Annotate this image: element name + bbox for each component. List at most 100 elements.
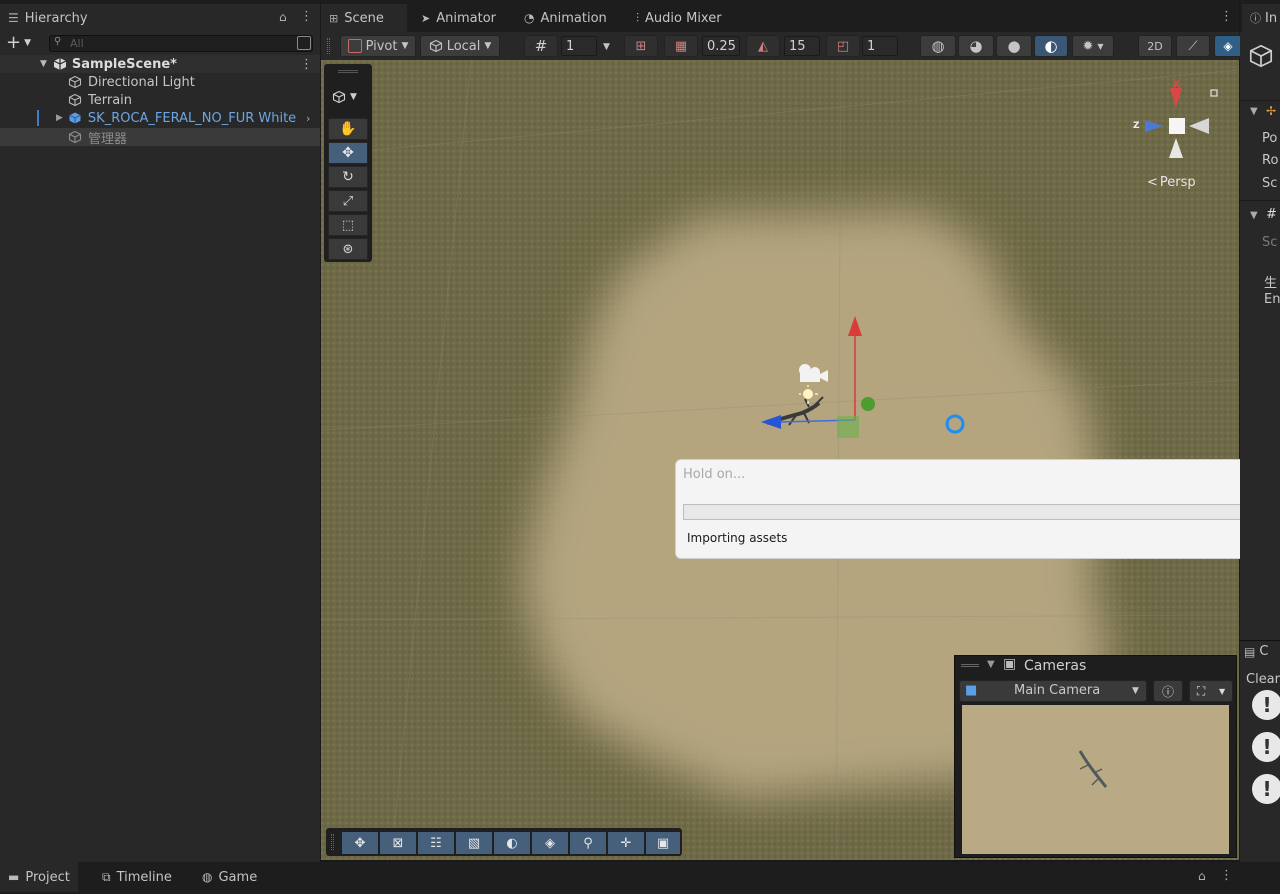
clear-button[interactable]: Clear	[1246, 672, 1280, 687]
expand-arrow-icon[interactable]: ▶	[56, 113, 63, 123]
2d-icon: 2D	[1147, 39, 1163, 53]
gizmos-button[interactable]: ✹ ▼	[1072, 35, 1114, 57]
tab-animator[interactable]: ➤ Animator	[413, 4, 504, 32]
overlay-search-button[interactable]: ⚲	[570, 832, 606, 854]
grid-icon: ⊞	[329, 11, 339, 25]
expand-arrow-icon[interactable]: ▼	[40, 59, 47, 69]
chevron-right-icon[interactable]: ›	[306, 112, 310, 125]
2d-mode-button[interactable]: 2D	[1138, 35, 1172, 57]
hierarchy-item[interactable]: 管理器	[0, 128, 320, 147]
scene-camera-button[interactable]: ⟋	[1176, 35, 1210, 57]
lizard-preview	[1078, 750, 1108, 788]
lighting-button[interactable]: ●	[996, 35, 1032, 57]
inspector-row-label: Sc	[1262, 176, 1278, 191]
overlay-button[interactable]: ◈	[1214, 35, 1242, 57]
search-icon: ⚲	[583, 835, 593, 851]
scene-name: SampleScene*	[71, 56, 177, 72]
overlay-pivot-button[interactable]: ✛	[608, 832, 644, 854]
collapse-arrow-icon[interactable]: ▼	[1250, 106, 1258, 117]
overlay-move-button[interactable]: ✥	[342, 832, 378, 854]
hierarchy-search-input[interactable]: ⚲ All	[49, 35, 313, 52]
scale-snap-button[interactable]: ◰	[826, 35, 860, 57]
scale-snap-field[interactable]: 1	[862, 36, 898, 56]
search-type-icon[interactable]	[297, 36, 311, 50]
kebab-menu-icon[interactable]: ⋮	[300, 9, 313, 24]
grid-size-field[interactable]: 1	[561, 36, 597, 56]
dropdown-arrow-icon: ▼	[484, 41, 492, 51]
grid-slash-icon: ▧	[467, 835, 481, 851]
collapse-arrow-icon[interactable]: ▼	[987, 659, 995, 670]
console-icon: ▤	[1244, 644, 1256, 659]
scale-tool-button[interactable]: ⤢	[328, 190, 368, 212]
hand-tool-button[interactable]: ✋	[328, 118, 368, 140]
move-snap-field[interactable]: 0.25	[702, 36, 740, 56]
dropdown-arrow-icon: ▼	[350, 92, 357, 102]
tab-hierarchy[interactable]: ☰ Hierarchy	[0, 4, 320, 32]
dropdown-arrow-icon[interactable]: ▼	[603, 42, 610, 52]
tab-game[interactable]: ◍ Game	[194, 862, 265, 892]
camera-select-dropdown[interactable]: ■ Main Camera ▼	[959, 680, 1147, 702]
tab-timeline-label: Timeline	[116, 869, 172, 885]
move-tool-button[interactable]: ✥	[328, 142, 368, 164]
overlay-sliders-button[interactable]: ☷	[418, 832, 454, 854]
effects-button[interactable]: ◐	[1034, 35, 1068, 57]
dialog-title: Hold on...	[683, 467, 746, 482]
increment-snap-icon: ▦	[674, 38, 688, 54]
rotate-tool-button[interactable]: ↻	[328, 166, 368, 188]
add-object-button[interactable]: + ▼	[6, 34, 31, 52]
scene-menu-icon[interactable]: ⋮	[300, 57, 313, 72]
unity-scene-icon	[53, 57, 67, 71]
overlay-layers-button[interactable]: ◈	[532, 832, 568, 854]
hierarchy-item-label: SK_ROCA_FERAL_NO_FUR White	[87, 110, 297, 126]
overlay-camera-button[interactable]: ▣	[646, 832, 680, 854]
palette-grip	[338, 70, 358, 73]
draw-mode-button[interactable]: ◍	[920, 35, 956, 57]
rect-tool-button[interactable]: ⬚	[328, 214, 368, 236]
transform-tool-button[interactable]: ⊛	[328, 238, 368, 260]
tab-timeline[interactable]: ⧉ Timeline	[94, 862, 180, 892]
overlay-cross-button[interactable]: ⊠	[380, 832, 416, 854]
local-dropdown[interactable]: Local ▼	[420, 35, 500, 57]
hierarchy-item[interactable]: Directional Light	[0, 73, 320, 91]
dropdown-arrow-icon: ▼	[1218, 686, 1226, 696]
overlay-grid-button[interactable]: ▧	[456, 832, 492, 854]
camera-info-button[interactable]: ⓘ	[1153, 680, 1183, 702]
hierarchy-item-prefab[interactable]: ▶ SK_ROCA_FERAL_NO_FUR White ›	[0, 109, 320, 127]
inspector-row-label: 生	[1264, 276, 1278, 291]
tab-scene[interactable]: ⊞ Scene	[321, 4, 407, 32]
kebab-menu-icon[interactable]: ⋮	[1220, 868, 1233, 883]
increment-snap-button[interactable]: ▦	[664, 35, 698, 57]
tool-mode-dropdown[interactable]: ▼	[332, 90, 357, 104]
orientation-gizmo[interactable]	[1129, 80, 1229, 190]
hierarchy-item-label: Directional Light	[88, 74, 195, 90]
camera-gizmo-icon[interactable]	[791, 360, 829, 406]
axis-x-label: X	[1173, 80, 1180, 90]
rotate-snap-field[interactable]: 15	[784, 36, 820, 56]
projection-toggle[interactable]: < Persp	[1147, 175, 1196, 190]
lock-icon[interactable]: ⌂	[279, 10, 287, 24]
tab-console[interactable]: ▤ C	[1244, 644, 1268, 659]
scene-root-row[interactable]: ▼ SampleScene* ⋮	[0, 55, 320, 73]
sphere-handle-icon[interactable]	[943, 412, 967, 436]
overlay-toolbar-grip	[331, 834, 334, 850]
overlay-moon-button[interactable]: ◐	[494, 832, 530, 854]
cameras-overlay: ▼ ▣ Cameras ■ Main Camera ▼ ⓘ ⛶ ▼	[954, 655, 1237, 858]
shading-button[interactable]: ◕	[958, 35, 994, 57]
hierarchy-item[interactable]: Terrain	[0, 91, 320, 109]
pivot-dropdown[interactable]: Pivot ▼	[340, 35, 416, 57]
tab-game-label: Game	[218, 869, 258, 885]
hand-icon: ✋	[339, 121, 357, 137]
video-camera-icon: ■	[965, 683, 978, 698]
camera-frame-button[interactable]: ⛶ ▼	[1189, 680, 1233, 702]
collapse-arrow-icon[interactable]: ▼	[1250, 210, 1258, 221]
tab-inspector[interactable]: ⓘ In	[1242, 4, 1280, 32]
lock-icon[interactable]: ⌂	[1198, 869, 1206, 883]
snap-to-grid-button[interactable]: ⊞	[624, 35, 658, 57]
grid-visibility-button[interactable]: #	[524, 35, 558, 57]
tab-project[interactable]: ▬ Project	[0, 862, 78, 892]
rotate-snap-button[interactable]: ◭	[746, 35, 780, 57]
move-arrows-icon: ✥	[342, 145, 354, 161]
tab-animation[interactable]: ◔ Animation	[516, 4, 615, 32]
tab-audio-mixer[interactable]: ⫶ Audio Mixer	[628, 4, 730, 32]
kebab-menu-icon[interactable]: ⋮	[1220, 9, 1233, 24]
